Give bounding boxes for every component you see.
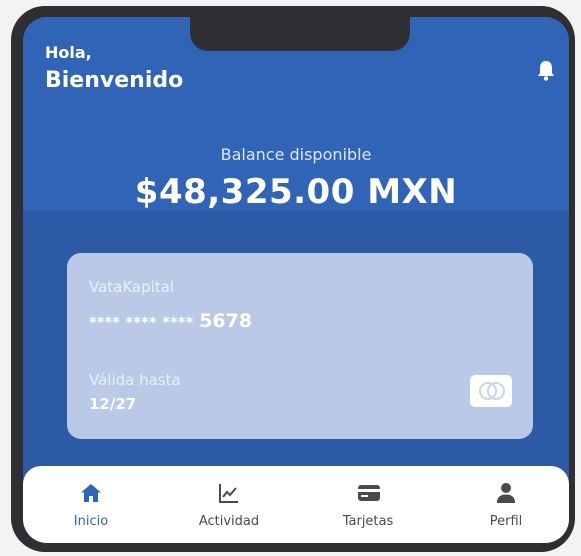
- card-valid-label: Válida hasta: [89, 371, 181, 389]
- mastercard-icon: [470, 375, 512, 407]
- bottom-nav: Inicio Actividad Tarjetas Perfil: [23, 466, 569, 543]
- greeting-text: Hola,: [45, 43, 92, 62]
- app-screen: Hola, Bienvenido Balance disponible $48,…: [23, 17, 569, 543]
- card-number-mask: **** **** ****: [89, 315, 194, 331]
- balance-label: Balance disponible: [220, 145, 372, 164]
- card-number: **** **** **** 5678: [89, 310, 252, 332]
- bell-icon[interactable]: [535, 58, 557, 82]
- nav-label-perfil: Perfil: [489, 514, 523, 529]
- nav-item-inicio[interactable]: Inicio: [36, 466, 146, 543]
- nav-label-inicio: Inicio: [73, 514, 109, 529]
- card-valid-date: 12/27: [89, 395, 137, 413]
- card-icon: [358, 485, 380, 501]
- nav-label-actividad: Actividad: [198, 514, 260, 529]
- home-icon: [81, 484, 101, 502]
- welcome-title: Bienvenido: [45, 68, 184, 93]
- bank-card[interactable]: VataKapital **** **** **** 5678 Válida h…: [67, 253, 533, 439]
- card-number-last-digits: 5678: [199, 310, 253, 332]
- user-icon: [497, 483, 515, 503]
- nav-item-tarjetas[interactable]: Tarjetas: [313, 466, 423, 543]
- nav-item-perfil[interactable]: Perfil: [451, 466, 561, 543]
- phone-notch: [190, 17, 410, 51]
- nav-item-actividad[interactable]: Actividad: [174, 466, 284, 543]
- card-brand: VataKapital: [89, 278, 175, 296]
- balance-amount: $48,325.00 MXN: [134, 172, 458, 212]
- chart-icon: [219, 484, 238, 503]
- nav-label-tarjetas: Tarjetas: [342, 514, 394, 529]
